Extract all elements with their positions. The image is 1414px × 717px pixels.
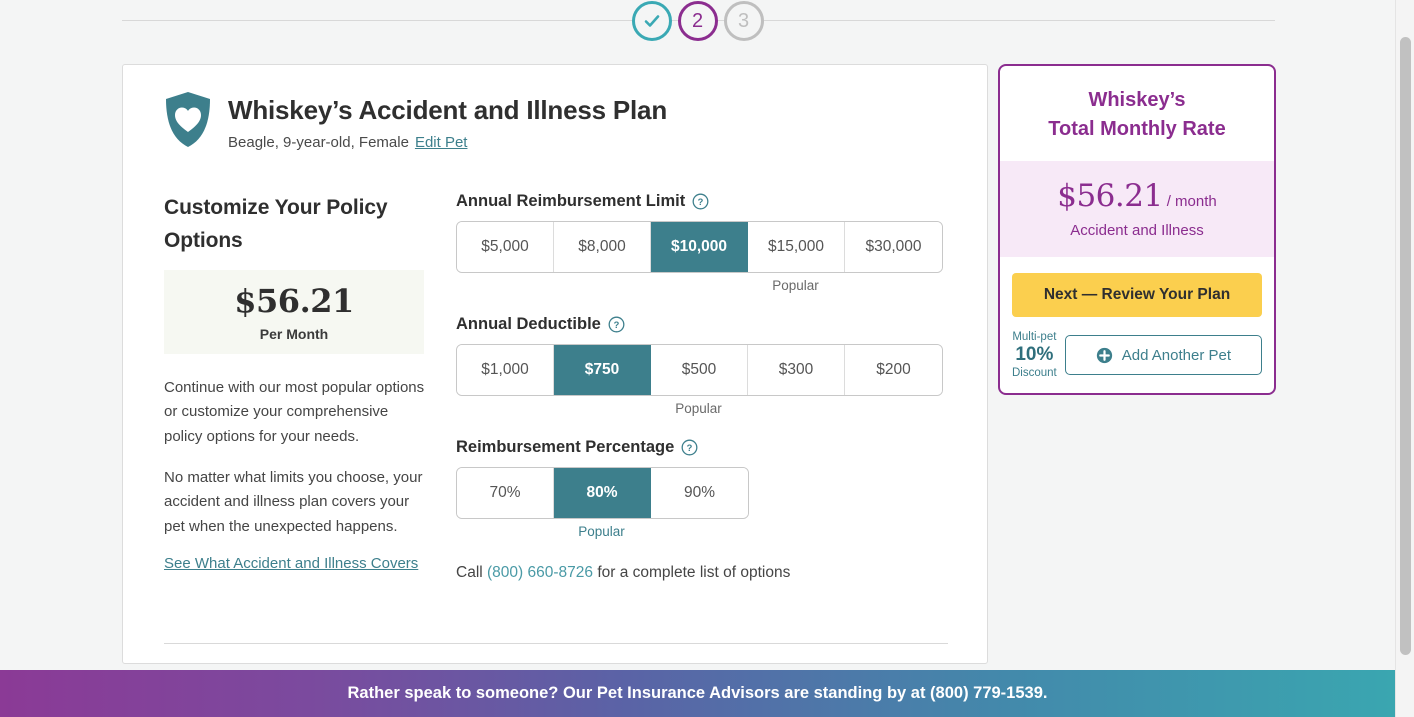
option-group-reimbursement-limit: Annual Reimbursement Limit ? $5,000 $8,0…: [456, 192, 946, 293]
question-circle-icon[interactable]: ?: [692, 193, 709, 210]
call-suffix: for a complete list of options: [597, 564, 791, 581]
total-rate-title-line-2: Total Monthly Rate: [1048, 118, 1226, 140]
reimbursement-percentage-popular-row: Popular: [456, 519, 747, 539]
deductible-option-3[interactable]: $300: [748, 345, 845, 395]
reimbursement-percentage-label-text: Reimbursement Percentage: [456, 438, 675, 456]
add-another-pet-button[interactable]: Add Another Pet: [1064, 335, 1262, 376]
svg-text:?: ?: [613, 320, 619, 330]
vertical-scrollbar[interactable]: [1395, 0, 1414, 717]
see-coverage-link[interactable]: See What Accident and Illness Covers: [164, 555, 418, 572]
intro-paragraph-2: No matter what limits you choose, your a…: [164, 468, 423, 535]
add-another-pet-label: Add Another Pet: [1121, 346, 1231, 364]
shield-heart-icon: [166, 92, 210, 147]
reimbursement-limit-option-0[interactable]: $5,000: [457, 222, 554, 272]
card-divider: [164, 643, 948, 644]
deductible-popular-label: Popular: [675, 401, 722, 416]
reimbursement-percentage-options: 70% 80% 90%: [456, 467, 749, 519]
pet-details: Beagle, 9-year-old, Female Edit Pet: [228, 134, 667, 151]
progress-stepper: 2 3: [0, 0, 1395, 42]
check-icon: [644, 15, 659, 27]
reimbursement-limit-option-1[interactable]: $8,000: [554, 222, 651, 272]
deductible-option-0[interactable]: $1,000: [457, 345, 554, 395]
stepper-steps: 2 3: [0, 0, 1395, 42]
step-3-label: 3: [737, 9, 750, 32]
edit-pet-link[interactable]: Edit Pet: [415, 134, 468, 151]
step-1-complete[interactable]: [631, 1, 672, 41]
plan-customization-card: Whiskey’s Accident and Illness Plan Beag…: [122, 64, 988, 664]
total-rate-amount-row: $56.21 / month: [1010, 178, 1264, 214]
step-2-current[interactable]: 2: [677, 1, 718, 41]
option-group-deductible: Annual Deductible ? $1,000 $750 $500 $30…: [456, 315, 946, 416]
total-rate-card: Whiskey’s Total Monthly Rate $56.21 / mo…: [998, 64, 1276, 396]
multi-pet-bottom-label: Discount: [1012, 366, 1057, 379]
advisor-banner-text: Rather speak to someone? Our Pet Insuran…: [347, 684, 1048, 702]
question-circle-icon[interactable]: ?: [608, 316, 625, 333]
multi-pet-percent: 10%: [1015, 343, 1054, 365]
policy-summary-column: Customize Your Policy Options $56.21 Per…: [164, 192, 426, 573]
reimbursement-limit-label: Annual Reimbursement Limit ?: [456, 192, 946, 211]
reimbursement-limit-label-text: Annual Reimbursement Limit: [456, 192, 686, 210]
total-rate-title-line-1: Whiskey’s: [1088, 89, 1186, 111]
svg-text:?: ?: [687, 443, 693, 453]
step-2-label: 2: [691, 9, 704, 32]
total-rate-amount: $56.21: [1057, 178, 1163, 214]
question-circle-icon[interactable]: ?: [681, 439, 698, 456]
reimbursement-percentage-option-2[interactable]: 90%: [651, 468, 748, 518]
reimbursement-limit-options: $5,000 $8,000 $10,000 $15,000 $30,000: [456, 221, 943, 273]
phone-link[interactable]: (800) 660-8726: [487, 564, 593, 581]
policy-options-column: Annual Reimbursement Limit ? $5,000 $8,0…: [456, 192, 946, 582]
step-3-upcoming[interactable]: 3: [723, 1, 764, 41]
deductible-option-4[interactable]: $200: [845, 345, 942, 395]
call-prefix: Call: [456, 564, 483, 581]
monthly-price-period: Per Month: [259, 326, 329, 343]
deductible-option-2[interactable]: $500: [651, 345, 748, 395]
customize-section-title: Customize Your Policy Options: [164, 196, 388, 252]
reimbursement-percentage-popular-label: Popular: [578, 524, 625, 539]
reimbursement-percentage-option-0[interactable]: 70%: [457, 468, 554, 518]
total-rate-header: Whiskey’s Total Monthly Rate: [1000, 66, 1274, 161]
call-for-options-line: Call (800) 660-8726 for a complete list …: [456, 564, 946, 582]
advisor-banner[interactable]: Rather speak to someone? Our Pet Insuran…: [0, 670, 1395, 717]
add-pet-row: Multi-pet 10% Discount Add Another Pet: [1012, 331, 1262, 379]
monthly-price-box: $56.21 Per Month: [164, 270, 424, 355]
option-group-reimbursement-percentage: Reimbursement Percentage ? 70% 80% 90% P…: [456, 438, 946, 539]
deductible-label-text: Annual Deductible: [456, 315, 601, 333]
monthly-price-amount: $56.21: [234, 282, 354, 321]
reimbursement-limit-popular-row: Popular: [456, 273, 941, 293]
multi-pet-discount-badge: Multi-pet 10% Discount: [1012, 331, 1057, 379]
reimbursement-limit-popular-label: Popular: [772, 278, 819, 293]
page-title: Whiskey’s Accident and Illness Plan: [228, 95, 667, 125]
scrollbar-thumb[interactable]: [1400, 37, 1411, 655]
reimbursement-limit-option-3[interactable]: $15,000: [748, 222, 845, 272]
plan-header-text: Whiskey’s Accident and Illness Plan Beag…: [228, 91, 667, 151]
plus-circle-icon: [1096, 347, 1112, 363]
deductible-option-1[interactable]: $750: [554, 345, 651, 395]
intro-paragraph-1: Continue with our most popular options o…: [164, 379, 425, 445]
pet-details-text: Beagle, 9-year-old, Female: [228, 133, 409, 151]
reimbursement-limit-option-2[interactable]: $10,000: [651, 222, 748, 272]
deductible-popular-row: Popular: [456, 396, 941, 416]
total-rate-price-panel: $56.21 / month Accident and Illness: [1000, 161, 1274, 257]
svg-text:?: ?: [698, 197, 704, 207]
page-root: 2 3 Whiskey’s Accident and Illness Plan …: [0, 0, 1414, 717]
reimbursement-percentage-option-1[interactable]: 80%: [554, 468, 651, 518]
reimbursement-percentage-label: Reimbursement Percentage ?: [456, 438, 946, 457]
multi-pet-top-label: Multi-pet: [1012, 331, 1057, 343]
total-rate-actions: Next — Review Your Plan Multi-pet 10% Di…: [1000, 257, 1274, 393]
deductible-options: $1,000 $750 $500 $300 $200: [456, 344, 943, 396]
deductible-label: Annual Deductible ?: [456, 315, 946, 334]
reimbursement-limit-option-4[interactable]: $30,000: [845, 222, 942, 272]
total-rate-plan-type: Accident and Illness: [1070, 222, 1204, 239]
total-rate-period: / month: [1166, 193, 1217, 210]
next-review-plan-button[interactable]: Next — Review Your Plan: [1012, 273, 1262, 317]
plan-header: Whiskey’s Accident and Illness Plan Beag…: [164, 91, 667, 151]
